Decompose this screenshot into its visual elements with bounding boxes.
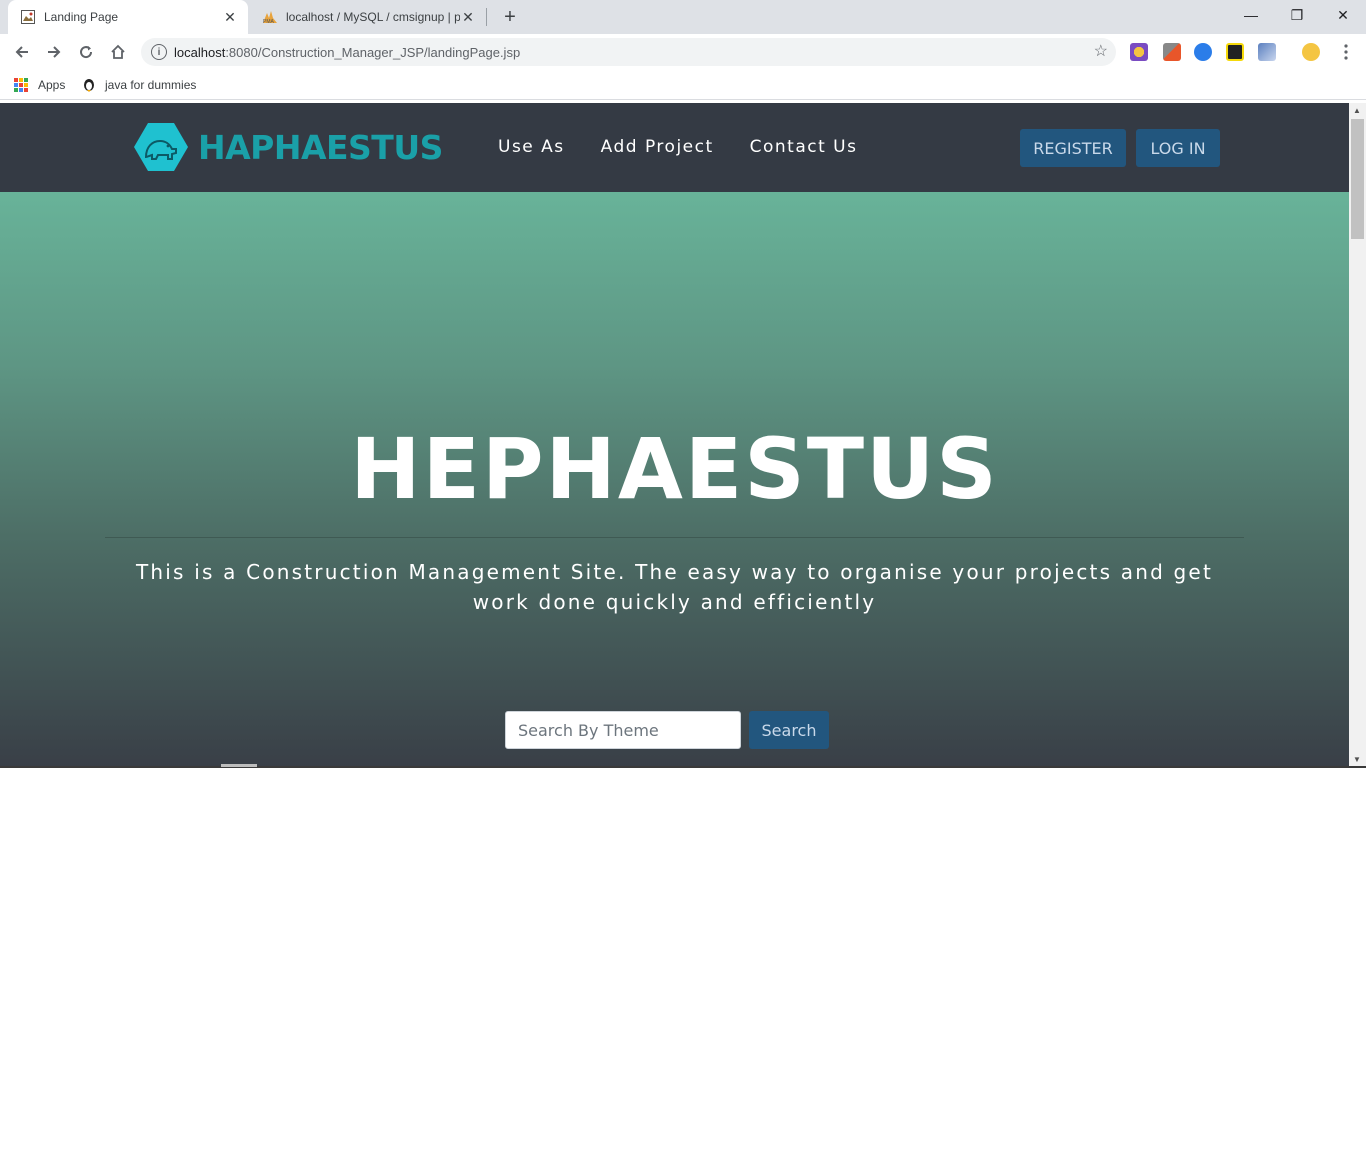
extension-icon[interactable]	[1163, 43, 1181, 61]
reload-icon[interactable]	[74, 40, 98, 64]
extension-icon[interactable]	[1130, 43, 1148, 61]
search-button[interactable]: Search	[749, 711, 829, 749]
svg-text:PMA: PMA	[263, 19, 275, 24]
page-viewport: HAPHAESTUS Use As Add Project Contact Us…	[0, 103, 1349, 767]
tab-strip: Landing Page ✕ PMA localhost / MySQL / c…	[0, 0, 1366, 34]
brand-name: HAPHAESTUS	[198, 127, 443, 167]
site-navbar: HAPHAESTUS Use As Add Project Contact Us…	[0, 103, 1349, 192]
site-info-icon[interactable]: i	[151, 44, 167, 60]
extension-icon[interactable]	[1194, 43, 1212, 61]
bookmark-label: java for dummies	[105, 78, 197, 92]
scrollbar-thumb[interactable]	[1351, 119, 1364, 239]
tab-separator	[486, 8, 487, 26]
penguin-icon	[81, 76, 97, 95]
scroll-down-icon[interactable]: ▼	[1353, 755, 1361, 764]
hero-tagline: This is a Construction Management Site. …	[136, 560, 1213, 614]
extension-icon[interactable]	[1258, 43, 1276, 61]
menu-kebab-icon[interactable]	[1334, 40, 1358, 64]
profile-avatar[interactable]	[1302, 43, 1320, 61]
page-favicon-icon	[20, 9, 36, 25]
bookmarks-bar: Apps java for dummies	[0, 70, 1366, 100]
forward-icon[interactable]	[42, 40, 66, 64]
restore-icon[interactable]: ❐	[1274, 0, 1320, 30]
page-scrollbar[interactable]: ▲ ▼	[1349, 103, 1366, 767]
bookmark-java-for-dummies[interactable]: java for dummies	[81, 76, 196, 94]
back-icon[interactable]	[10, 40, 34, 64]
window-close-icon[interactable]: ✕	[1320, 0, 1366, 30]
minimize-icon[interactable]: —	[1228, 0, 1274, 30]
bookmark-label: Apps	[38, 78, 66, 92]
search-input[interactable]	[505, 711, 741, 749]
hero-divider	[105, 537, 1244, 538]
apps-grid-icon	[14, 78, 28, 92]
brand-logo[interactable]: HAPHAESTUS	[134, 123, 443, 171]
home-icon[interactable]	[106, 40, 130, 64]
phpmyadmin-favicon-icon: PMA	[262, 9, 278, 25]
address-bar[interactable]: i localhost:8080/Construction_Manager_JS…	[141, 38, 1116, 66]
hero-heading: HEPHAESTUS	[350, 420, 999, 518]
bookmark-star-icon[interactable]: ☆	[1094, 43, 1108, 61]
nav-link-add-project[interactable]: Add Project	[601, 137, 714, 157]
hero-section: HEPHAESTUS This is a Construction Manage…	[0, 192, 1349, 767]
tab-phpmyadmin[interactable]: PMA localhost / MySQL / cmsignup | p ✕	[250, 0, 486, 34]
window-bottom-border	[0, 766, 1366, 768]
register-button[interactable]: REGISTER	[1020, 129, 1126, 167]
tab-close-icon[interactable]: ✕	[460, 9, 476, 25]
bookmark-apps[interactable]: Apps	[14, 76, 65, 94]
horizontal-scroll-indicator	[221, 764, 257, 767]
new-tab-button[interactable]: +	[498, 5, 522, 29]
login-button[interactable]: LOG IN	[1136, 129, 1220, 167]
nav-link-use-as[interactable]: Use As	[498, 137, 565, 157]
url-text: localhost:8080/Construction_Manager_JSP/…	[174, 44, 521, 60]
nav-link-contact-us[interactable]: Contact Us	[750, 137, 858, 157]
browser-toolbar: i localhost:8080/Construction_Manager_JS…	[0, 34, 1366, 70]
scroll-up-icon[interactable]: ▲	[1353, 106, 1361, 115]
tab-close-icon[interactable]: ✕	[222, 9, 238, 25]
nav-links: Use As Add Project Contact Us	[498, 137, 894, 157]
tab-title: Landing Page	[44, 10, 119, 24]
tab-landing-page[interactable]: Landing Page ✕	[8, 0, 248, 34]
tab-title: localhost / MySQL / cmsignup | p	[286, 10, 460, 24]
lion-hexagon-logo-icon	[134, 123, 188, 171]
extension-icon[interactable]	[1226, 43, 1244, 61]
